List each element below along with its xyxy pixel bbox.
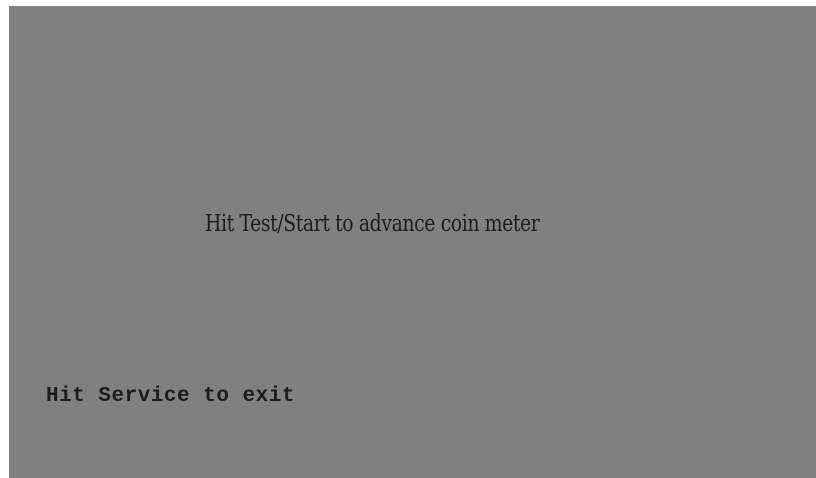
coin-meter-instruction: Hit Test/Start to advance coin meter	[205, 211, 540, 237]
service-menu-screen: Hit Test/Start to advance coin meter Hit…	[9, 6, 816, 478]
exit-instruction: Hit Service to exit	[46, 385, 295, 408]
